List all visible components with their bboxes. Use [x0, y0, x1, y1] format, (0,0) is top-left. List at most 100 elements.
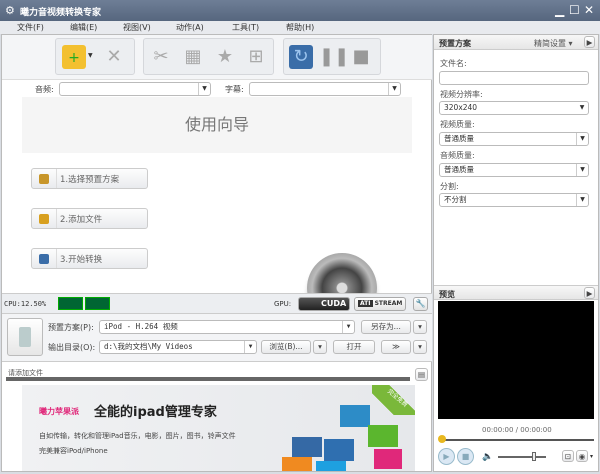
- stop-icon[interactable]: ■: [457, 448, 474, 465]
- banner-headline: 全能的ipad管理专家: [94, 405, 217, 420]
- menu-file[interactable]: 文件(F): [17, 22, 44, 33]
- add-file-dropdown-icon[interactable]: ▼: [88, 52, 93, 59]
- effect-icon[interactable]: ★: [213, 45, 237, 69]
- resolution-value: 320x240: [444, 103, 478, 112]
- preset-header-title: 预置方案: [439, 39, 471, 48]
- audio-quality-value: 普通质量: [444, 165, 474, 174]
- menu-action[interactable]: 动作(A): [176, 22, 204, 33]
- menu-tools[interactable]: 工具(T): [232, 22, 259, 33]
- crop-icon[interactable]: ▦: [181, 45, 205, 69]
- volume-slider[interactable]: [498, 456, 546, 458]
- camera-icon[interactable]: ◉: [576, 450, 588, 462]
- preset-value: iPod - H.264 视频: [104, 322, 178, 331]
- stream-label: STREAM: [374, 300, 403, 307]
- maximize-button[interactable]: ☐: [569, 3, 580, 17]
- subtitle-select[interactable]: ▼: [249, 82, 401, 96]
- expand-arrow-icon[interactable]: ▶: [584, 36, 595, 48]
- settings-wrench-icon[interactable]: 🔧: [413, 297, 428, 311]
- transfer-to-device-button[interactable]: ≫: [381, 340, 411, 354]
- audio-label: 音频:: [35, 85, 54, 94]
- filename-label: 文件名:: [440, 59, 467, 68]
- resolution-select[interactable]: 320x240 ▼: [439, 101, 589, 115]
- cut-icon[interactable]: ✂: [149, 45, 173, 69]
- cpu-graph-1: [58, 297, 83, 310]
- volume-icon[interactable]: 🔈: [482, 452, 493, 462]
- audio-select[interactable]: ▼: [59, 82, 211, 96]
- output-dir-select[interactable]: d:\我的文档\My Videos ▼: [99, 340, 257, 354]
- audio-quality-select[interactable]: 普通质量 ▼: [439, 163, 589, 177]
- convert-icon: [39, 254, 49, 264]
- open-button[interactable]: 打开: [333, 340, 375, 354]
- app-icon: ⚙: [5, 4, 15, 17]
- chevron-down-icon: ▼: [576, 194, 588, 206]
- banner-line1: 自如传输，转化和管理iPad音乐，电影，图片，图书，铃声文件: [39, 432, 236, 440]
- chevron-down-icon: ▼: [342, 321, 354, 333]
- output-dir-label: 输出目录(O):: [48, 343, 96, 352]
- menu-help[interactable]: 帮助(H): [286, 22, 314, 33]
- menu-bar: 文件(F) 编辑(E) 视图(V) 动作(A) 工具(T) 帮助(H): [0, 21, 600, 34]
- wizard-step-convert[interactable]: 3.开始转换: [31, 248, 148, 269]
- pause-icon[interactable]: ❚❚: [319, 45, 349, 69]
- wizard-step-preset[interactable]: 1.选择预置方案: [31, 168, 148, 189]
- merge-icon[interactable]: ⊞: [244, 45, 268, 69]
- menu-edit[interactable]: 编辑(E): [70, 22, 97, 33]
- delete-icon[interactable]: ✕: [102, 45, 126, 69]
- video-quality-value: 普通质量: [444, 134, 474, 143]
- cuda-button[interactable]: CUDA: [298, 297, 350, 311]
- save-as-dropdown[interactable]: ▾: [413, 320, 427, 334]
- preset-select[interactable]: iPod - H.264 视频 ▼: [99, 320, 355, 334]
- menu-view[interactable]: 视图(V): [123, 22, 151, 33]
- list-view-icon[interactable]: ▤: [415, 368, 428, 381]
- filename-input[interactable]: [439, 71, 589, 85]
- ipod-device-icon[interactable]: [7, 318, 43, 356]
- cpu-graph-2: [85, 297, 110, 310]
- save-as-button[interactable]: 另存为...: [361, 320, 411, 334]
- mode-dropdown[interactable]: 精简设置 ▾: [534, 38, 573, 49]
- settings-panel: 预置方案 精简设置 ▾ ▶ 文件名: 视频分辨率: 320x240 ▼ 视频质量:…: [433, 34, 599, 472]
- convert-group: ↻ ❚❚ ■: [283, 38, 381, 75]
- chevron-down-icon: ▼: [579, 104, 585, 111]
- cuda-label: CUDA: [321, 299, 347, 308]
- preview-header-title: 预览: [439, 290, 455, 299]
- add-file-icon[interactable]: +: [62, 45, 86, 69]
- wizard-step-add-file[interactable]: 2.添加文件: [31, 208, 148, 229]
- mode-label: 精简设置: [534, 39, 566, 48]
- task-list-bar: [6, 377, 410, 381]
- step-label: 3.开始转换: [60, 255, 103, 265]
- preset-icon: [39, 174, 49, 184]
- browse-button[interactable]: 浏览(B)...: [261, 340, 311, 354]
- close-button[interactable]: ✕: [584, 3, 594, 17]
- convert-icon[interactable]: ↻: [289, 45, 313, 69]
- seek-bar[interactable]: [440, 439, 594, 441]
- preset-label: 预置方案(P):: [48, 323, 94, 332]
- expand-arrow-icon[interactable]: ▶: [584, 287, 595, 299]
- seek-thumb[interactable]: [438, 435, 446, 443]
- resolution-label: 视频分辨率:: [440, 90, 483, 99]
- step-label: 2.添加文件: [60, 215, 103, 225]
- title-bar: ⚙ 曦力音视频转换专家 ▁ ☐ ✕: [0, 0, 600, 21]
- transfer-dropdown[interactable]: ▾: [413, 340, 427, 354]
- free-ribbon: 完全免费: [372, 385, 415, 415]
- preview-time: 00:00:00 / 00:00:00: [482, 426, 552, 434]
- split-select[interactable]: 不分割 ▼: [439, 193, 589, 207]
- minimize-button[interactable]: ▁: [555, 3, 564, 17]
- play-icon[interactable]: ▶: [438, 448, 455, 465]
- add-file-icon: [39, 214, 49, 224]
- step-label: 1.选择预置方案: [60, 175, 120, 185]
- window-title: 曦力音视频转换专家: [20, 8, 102, 18]
- snapshot-folder-icon[interactable]: ⊡: [562, 450, 574, 462]
- split-value: 不分割: [444, 195, 467, 204]
- chevron-down-icon: ▼: [576, 133, 588, 145]
- ati-stream-button[interactable]: ATI STREAM: [354, 297, 406, 311]
- preset-header: 预置方案 精简设置 ▾ ▶: [434, 35, 598, 50]
- volume-thumb[interactable]: [532, 452, 536, 461]
- camera-dropdown-icon[interactable]: ▾: [590, 453, 593, 460]
- stop-icon[interactable]: ■: [349, 45, 373, 69]
- status-bar: CPU:12.50% GPU: CUDA ATI STREAM 🔧: [2, 293, 432, 314]
- browse-dropdown[interactable]: ▾: [313, 340, 327, 354]
- video-quality-select[interactable]: 普通质量 ▼: [439, 132, 589, 146]
- ad-banner[interactable]: 曦力苹果派 全能的ipad管理专家 自如传输，转化和管理iPad音乐，电影，图片…: [22, 385, 415, 471]
- cpu-usage: CPU:12.50%: [4, 300, 47, 308]
- chevron-down-icon: ▼: [244, 341, 256, 353]
- video-quality-label: 视频质量:: [440, 120, 475, 129]
